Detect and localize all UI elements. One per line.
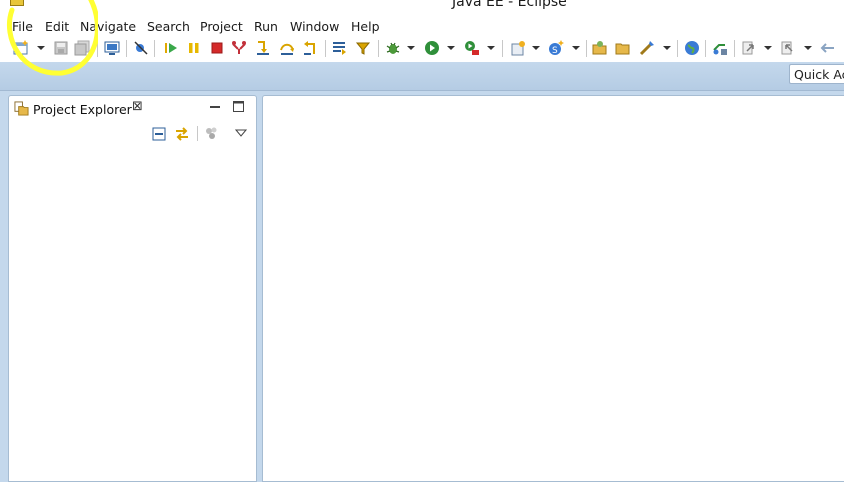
toolbar-separator bbox=[677, 40, 678, 57]
project-explorer-view: Project Explorer ⊠ bbox=[8, 95, 257, 482]
link-with-editor-icon[interactable] bbox=[174, 126, 190, 142]
menu-project[interactable]: Project bbox=[200, 19, 243, 34]
project-explorer-title: Project Explorer bbox=[33, 102, 132, 117]
toolbar-separator bbox=[154, 40, 155, 57]
project-explorer-icon bbox=[14, 101, 29, 116]
previous-annotation-icon[interactable] bbox=[780, 40, 796, 56]
use-step-filters-icon[interactable] bbox=[355, 40, 371, 56]
run-external-tool-icon[interactable] bbox=[464, 40, 480, 56]
resume-icon[interactable] bbox=[163, 40, 179, 56]
new-server-dropdown-icon[interactable] bbox=[532, 46, 540, 50]
menu-window[interactable]: Window bbox=[290, 19, 339, 34]
debug-dropdown-icon[interactable] bbox=[407, 46, 415, 50]
menu-search[interactable]: Search bbox=[147, 19, 190, 34]
back-icon[interactable] bbox=[820, 40, 836, 56]
window-title: Java EE - Eclipse bbox=[452, 0, 567, 10]
toolbar-separator bbox=[97, 40, 98, 57]
menu-file[interactable]: File bbox=[12, 19, 33, 34]
new-java-class-icon[interactable]: S bbox=[548, 40, 564, 56]
close-icon[interactable]: ⊠ bbox=[132, 99, 143, 114]
toolbar-separator bbox=[197, 126, 198, 141]
next-annotation-dropdown-icon[interactable] bbox=[764, 46, 772, 50]
editor-area bbox=[262, 95, 844, 482]
toolbar-separator bbox=[734, 40, 735, 57]
web-browser-icon[interactable] bbox=[684, 40, 700, 56]
new-icon[interactable] bbox=[13, 40, 29, 56]
step-return-icon[interactable] bbox=[302, 40, 318, 56]
next-annotation-icon[interactable] bbox=[741, 40, 757, 56]
open-task-icon[interactable] bbox=[639, 40, 655, 56]
maximize-icon[interactable] bbox=[233, 101, 244, 112]
terminal-icon[interactable] bbox=[104, 40, 120, 56]
menu-bar: File Edit Navigate Search Project Run Wi… bbox=[0, 16, 844, 36]
quick-access-bar bbox=[0, 62, 844, 91]
toolbar-separator bbox=[378, 40, 379, 57]
previous-annotation-dropdown-icon[interactable] bbox=[804, 46, 812, 50]
toolbar-separator bbox=[586, 40, 587, 57]
external-tool-dropdown-icon[interactable] bbox=[487, 46, 495, 50]
terminate-icon[interactable] bbox=[209, 40, 225, 56]
open-task-dropdown-icon[interactable] bbox=[663, 46, 671, 50]
open-type-icon[interactable] bbox=[592, 40, 608, 56]
tab-project-explorer[interactable]: Project Explorer ⊠ bbox=[9, 96, 154, 120]
menu-run[interactable]: Run bbox=[254, 19, 278, 34]
save-all-icon[interactable] bbox=[74, 40, 90, 56]
title-bar: Java EE - Eclipse bbox=[0, 0, 844, 14]
skip-breakpoints-icon[interactable] bbox=[133, 40, 149, 56]
svg-text:S: S bbox=[552, 46, 558, 56]
toolbar-separator bbox=[705, 40, 706, 57]
quick-access-input[interactable]: Quick Ac bbox=[789, 64, 844, 84]
step-into-icon[interactable] bbox=[255, 40, 271, 56]
toolbar-separator bbox=[126, 40, 127, 57]
menu-navigate[interactable]: Navigate bbox=[80, 19, 136, 34]
minimize-icon[interactable] bbox=[210, 102, 220, 112]
new-connection-icon[interactable] bbox=[712, 40, 728, 56]
main-toolbar: S bbox=[0, 36, 844, 62]
save-icon[interactable] bbox=[53, 40, 69, 56]
step-over-icon[interactable] bbox=[279, 40, 295, 56]
collapse-all-icon[interactable] bbox=[152, 127, 166, 141]
toolbar-separator bbox=[502, 40, 503, 57]
view-menu-icon[interactable] bbox=[235, 129, 247, 137]
run-dropdown-icon[interactable] bbox=[447, 46, 455, 50]
filter-icon[interactable] bbox=[205, 126, 219, 140]
new-server-icon[interactable] bbox=[510, 40, 526, 56]
menu-edit[interactable]: Edit bbox=[45, 19, 69, 34]
drop-to-frame-icon[interactable] bbox=[332, 40, 348, 56]
disconnect-icon[interactable] bbox=[231, 40, 247, 56]
suspend-icon[interactable] bbox=[186, 40, 202, 56]
eclipse-app-icon bbox=[10, 0, 24, 6]
debug-icon[interactable] bbox=[385, 40, 401, 56]
run-icon[interactable] bbox=[424, 40, 440, 56]
explorer-toolbar bbox=[9, 122, 256, 144]
new-class-dropdown-icon[interactable] bbox=[572, 46, 580, 50]
new-dropdown-icon[interactable] bbox=[37, 46, 45, 50]
toolbar-separator bbox=[325, 40, 326, 57]
open-folder-icon[interactable] bbox=[615, 40, 631, 56]
menu-help[interactable]: Help bbox=[351, 19, 380, 34]
